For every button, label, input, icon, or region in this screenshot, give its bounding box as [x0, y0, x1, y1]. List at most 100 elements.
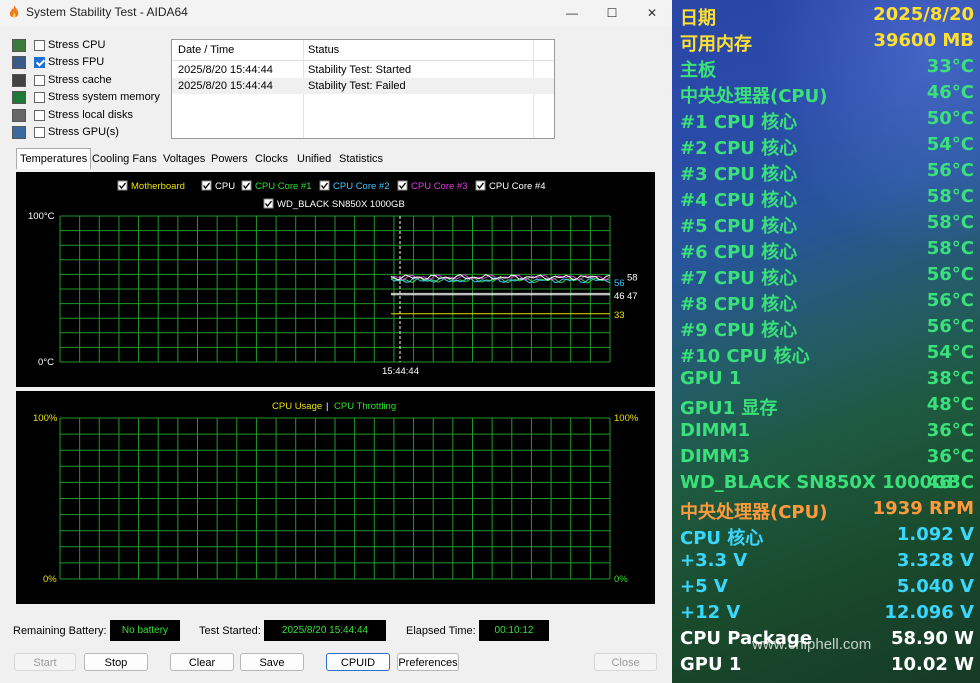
log-col-status[interactable]: Status	[308, 44, 339, 56]
sensor-row: +12 V 12.096 V	[672, 600, 980, 626]
close-button[interactable]: Close	[594, 653, 657, 671]
component-icon	[12, 126, 26, 139]
sensor-row: GPU 1 38°C	[672, 366, 980, 392]
sensor-row: #5 CPU 核心 58°C	[672, 210, 980, 237]
sensor-row: #7 CPU 核心 56°C	[672, 262, 980, 289]
sensor-label: GPU 1	[680, 654, 742, 675]
sensor-value: 2025/8/20	[873, 4, 974, 25]
log-row[interactable]: 2025/8/20 15:44:44 Stability Test: Start…	[172, 62, 554, 78]
start-button[interactable]: Start	[14, 653, 76, 671]
preferences-button[interactable]: Preferences	[397, 653, 459, 671]
sensor-value: 1.092 V	[896, 524, 974, 545]
temperature-chart: Motherboard CPU CPU Core #1 CPU Core #2 CPU …	[28, 180, 638, 377]
sensor-row: #4 CPU 核心 58°C	[672, 184, 980, 211]
sensor-row: #8 CPU 核心 56°C	[672, 288, 980, 315]
sensor-value: 36°C	[926, 420, 974, 441]
minimize-button[interactable]: —	[552, 2, 592, 24]
cpu-usage-chart: CPU Usage | CPU Throttling 100% 0% 100% 0%	[33, 401, 639, 585]
sensor-label: GPU1 显存	[680, 398, 778, 419]
sensor-value: 56°C	[926, 160, 974, 181]
event-log[interactable]: Date / Time Status 2025/8/20 15:44:44 St…	[171, 39, 555, 139]
tab-powers[interactable]: Powers	[208, 150, 251, 168]
sensor-value: 54°C	[926, 342, 974, 363]
series-value-label: 46	[614, 291, 625, 302]
series-value-label: 56	[614, 278, 625, 289]
sensor-value: 56°C	[926, 264, 974, 285]
sensor-label: #6 CPU 核心	[680, 242, 798, 263]
temperature-chart-panel: Motherboard CPU CPU Core #1 CPU Core #2 CPU …	[16, 172, 655, 387]
sensor-row: +3.3 V 3.328 V	[672, 548, 980, 574]
component-icon	[12, 73, 26, 87]
save-button[interactable]: Save	[240, 653, 304, 671]
legend-label: Motherboard	[131, 181, 185, 192]
sensor-row: +5 V 5.040 V	[672, 574, 980, 600]
window-title: System Stability Test - AIDA64	[26, 5, 188, 19]
sensor-value: 46°C	[926, 82, 974, 103]
stop-button[interactable]: Stop	[84, 653, 148, 671]
legend-checkbox	[263, 198, 274, 209]
sensor-value: 33°C	[926, 56, 974, 77]
test-started-label: Test Started:	[199, 625, 261, 637]
sensor-label: DIMM1	[680, 420, 750, 441]
tab-voltages[interactable]: Voltages	[160, 150, 208, 168]
legend-cpu-throttling: CPU Throttling	[334, 401, 396, 412]
tab-unified[interactable]: Unified	[294, 150, 334, 168]
legend-label: CPU	[215, 181, 235, 192]
legend-checkbox	[475, 180, 486, 191]
sensor-label: #10 CPU 核心	[680, 346, 810, 367]
sensor-value: 50°C	[926, 108, 974, 129]
log-time: 2025/8/20 15:44:44	[178, 80, 273, 92]
sensor-value: 56°C	[926, 290, 974, 311]
legend-checkbox	[117, 180, 128, 191]
sensor-label: 中央处理器(CPU)	[680, 86, 828, 107]
log-row[interactable]: 2025/8/20 15:44:44 Stability Test: Faile…	[172, 78, 554, 94]
sensor-row: WD_BLACK SN850X 1000GB 46°C	[672, 470, 980, 496]
tab-temperatures[interactable]: Temperatures	[16, 148, 92, 169]
clear-button[interactable]: Clear	[170, 653, 234, 671]
sensor-label: 可用内存	[680, 34, 752, 55]
stress-checkbox[interactable]	[34, 127, 45, 138]
sensor-row: #10 CPU 核心 54°C	[672, 340, 980, 367]
sensor-row: #9 CPU 核心 56°C	[672, 314, 980, 341]
legend-label: CPU Core #2	[333, 181, 390, 192]
sensor-label: GPU 1	[680, 368, 742, 389]
x-axis-time-label: 15:44:44	[382, 366, 419, 377]
legend-checkbox	[201, 180, 212, 191]
stress-checkbox[interactable]	[34, 74, 45, 86]
stress-option-label: Stress system memory	[48, 91, 160, 104]
maximize-button[interactable]: ☐	[592, 2, 632, 24]
left-axis-min-label: 0%	[43, 574, 57, 585]
sensor-row: DIMM3 36°C	[672, 444, 980, 470]
sensor-value: 12.096 V	[884, 602, 974, 623]
battery-label: Remaining Battery:	[13, 625, 107, 637]
tab-clocks[interactable]: Clocks	[252, 150, 291, 168]
stress-checkbox[interactable]	[34, 109, 45, 121]
sensor-label: #4 CPU 核心	[680, 190, 798, 211]
sensor-label: #2 CPU 核心	[680, 138, 798, 159]
stress-option-label: Stress local disks	[48, 108, 133, 121]
sensor-value: 58°C	[926, 186, 974, 207]
close-window-button[interactable]: ✕	[632, 2, 672, 24]
sensor-value: 10.02 W	[890, 654, 974, 675]
series-value-label: 47	[627, 291, 638, 302]
stress-checkbox[interactable]	[34, 57, 45, 69]
log-status: Stability Test: Failed	[308, 80, 406, 92]
stress-checkbox[interactable]	[34, 92, 45, 104]
cpu-usage-chart-panel: CPU Usage | CPU Throttling 100% 0% 100% 0%	[16, 391, 655, 604]
log-col-datetime[interactable]: Date / Time	[178, 44, 234, 56]
right-axis-min-label: 0%	[614, 574, 628, 585]
sensor-value: 54°C	[926, 134, 974, 155]
tab-statistics[interactable]: Statistics	[336, 150, 386, 168]
tab-cooling-fans[interactable]: Cooling Fans	[89, 150, 160, 168]
sensor-value: 46°C	[926, 472, 974, 493]
left-axis-max-label: 100%	[33, 413, 58, 424]
stress-checkbox[interactable]	[34, 40, 45, 51]
sensor-label: DIMM3	[680, 446, 750, 467]
cpuid-button[interactable]: CPUID	[326, 653, 390, 671]
sensor-row: #3 CPU 核心 56°C	[672, 158, 980, 185]
title-bar[interactable]: System Stability Test - AIDA64 — ☐ ✕	[0, 0, 672, 26]
right-axis-max-label: 100%	[614, 413, 639, 424]
sensor-label: 主板	[680, 60, 716, 81]
sensor-row: DIMM1 36°C	[672, 418, 980, 444]
sensor-label: +12 V	[680, 602, 741, 623]
